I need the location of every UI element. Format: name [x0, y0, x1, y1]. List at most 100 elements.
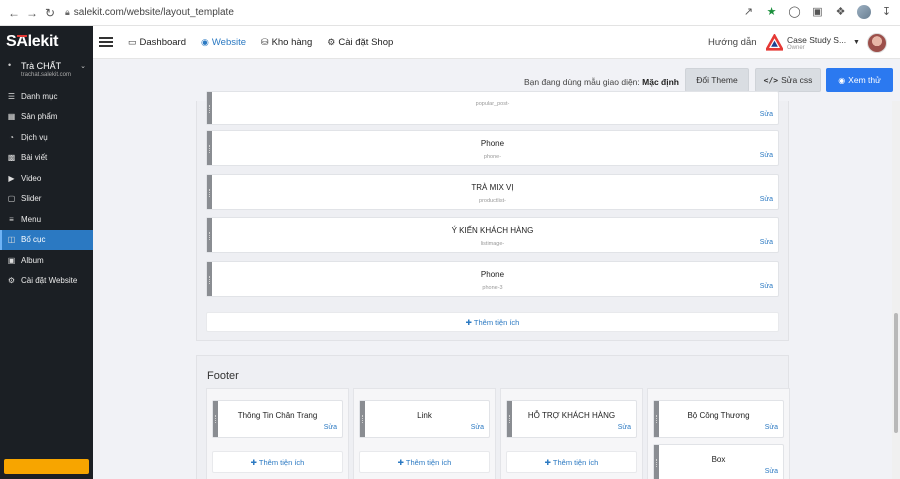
- service-icon: ◔: [9, 132, 14, 142]
- sidebar-item-album[interactable]: ▣ Album: [0, 250, 93, 271]
- sidebar-item-bo-cuc[interactable]: ◫ Bố cục: [0, 229, 93, 250]
- top-navigation: ▭ Dashboard ◉ Website ⛁ Kho hàng ⚙ Cài đặt S…: [93, 26, 900, 59]
- edit-link[interactable]: Sửa: [765, 468, 778, 475]
- footer-column: HỖ TRỢ KHÁCH HÀNG Sửa ✚ Thêm tiện ích: [500, 388, 643, 479]
- layout-icon: ◫: [7, 235, 16, 245]
- store-domain: trachat.salekit.com: [21, 72, 72, 78]
- layout-section-footer: Footer Thông Tin Chân Trang Sửa ✚ Thêm t…: [196, 355, 790, 479]
- edit-link[interactable]: Sửa: [324, 424, 337, 431]
- widget-title: Thông Tin Chân Trang: [237, 411, 318, 420]
- nav-kho-hang[interactable]: ⛁ Kho hàng: [261, 37, 312, 48]
- article-icon: ▩: [7, 153, 16, 163]
- edit-link[interactable]: Sửa: [471, 424, 484, 431]
- store-switcher[interactable]: Trà CHẤT trachat.salekit.com ⌄: [0, 58, 93, 82]
- edit-link[interactable]: Sửa: [765, 424, 778, 431]
- change-theme-button[interactable]: Đổi Theme: [685, 68, 749, 92]
- scrollbar-thumb[interactable]: [894, 313, 898, 433]
- database-icon: ⛁: [261, 36, 269, 47]
- edit-link[interactable]: Sửa: [760, 239, 773, 246]
- edit-link[interactable]: Sửa: [760, 283, 773, 290]
- widget-title: Phone: [480, 270, 505, 279]
- globe-icon: ◉: [201, 36, 209, 47]
- sidebar-item-cai-dat-website[interactable]: ⚙ Cài đặt Website: [0, 271, 93, 292]
- gear-icon: ⚙: [7, 276, 16, 286]
- template-info: Bạn đang dùng mẫu giao diện: Mặc định: [523, 77, 679, 87]
- widget-code: phone-3: [482, 285, 503, 291]
- widget-code: phone-: [483, 154, 502, 160]
- shield-icon[interactable]: ◯: [787, 4, 802, 19]
- widget-title: Bộ Công Thương: [687, 411, 750, 420]
- sidebar-item-dich-vu[interactable]: ◔ Dịch vụ: [0, 127, 93, 148]
- footer-column: Thông Tin Chân Trang Sửa ✚ Thêm tiện ích: [206, 388, 349, 479]
- address-bar[interactable]: 🔒︎ salekit.com/website/layout_template: [65, 7, 234, 18]
- avatar[interactable]: [866, 32, 887, 53]
- widget-code: popular_post-: [475, 101, 510, 107]
- account-role: Owner: [787, 44, 805, 51]
- edit-css-button[interactable]: </> Sửa css: [755, 68, 821, 92]
- download-icon[interactable]: ↧: [879, 4, 894, 19]
- chevron-down-icon: ⌄: [80, 63, 86, 70]
- sidebar-item-bai-viet[interactable]: ▩ Bài viết: [0, 148, 93, 169]
- widget-code: productlist-: [479, 198, 506, 204]
- forward-icon[interactable]: →: [23, 4, 41, 22]
- widget-row[interactable]: Box Sửa: [653, 444, 784, 479]
- promo-banner[interactable]: [4, 459, 89, 474]
- add-widget-button[interactable]: ✚ Thêm tiện ích: [212, 451, 343, 473]
- add-widget-button[interactable]: ✚ Thêm tiện ích: [206, 312, 779, 332]
- share-icon[interactable]: ↗: [741, 4, 756, 19]
- widget-row[interactable]: Link Sửa: [359, 400, 490, 438]
- add-widget-button[interactable]: ✚ Thêm tiện ích: [359, 451, 490, 473]
- footer-column: Bộ Công Thương Sửa Box Sửa: [647, 388, 790, 479]
- edit-link[interactable]: Sửa: [618, 424, 631, 431]
- eye-icon: ◉: [838, 75, 846, 85]
- template-name: Mặc định: [642, 77, 679, 87]
- layout-section-main: popular_post- Sửa Phone phone- Sửa TRÀ M…: [196, 91, 789, 341]
- logo[interactable]: S Alekit: [0, 26, 93, 58]
- edit-link[interactable]: Sửa: [760, 111, 773, 118]
- sidebar-item-san-pham[interactable]: ▦ Sản phẩm: [0, 107, 93, 128]
- download-extension-icon[interactable]: ▣: [810, 4, 825, 19]
- sidebar-menu: ☰ Danh mục ▦ Sản phẩm ◔ Dịch vụ ▩ Bài viết ▶…: [0, 86, 93, 291]
- star-icon[interactable]: ★: [764, 4, 779, 19]
- sidebar-item-video[interactable]: ▶ Video: [0, 168, 93, 189]
- preview-button[interactable]: ◉ Xem thử: [826, 68, 893, 92]
- widget-row[interactable]: Bộ Công Thương Sửa: [653, 400, 784, 438]
- edit-link[interactable]: Sửa: [760, 152, 773, 159]
- widget-row[interactable]: TRÀ MIX VỊ productlist- Sửa: [206, 174, 779, 210]
- widget-row[interactable]: popular_post- Sửa: [206, 91, 779, 125]
- sidebar-item-danh-muc[interactable]: ☰ Danh mục: [0, 86, 93, 107]
- account-name: Case Study S...: [787, 34, 847, 45]
- drag-handle-icon[interactable]: [207, 92, 212, 124]
- monitor-icon: ▭: [128, 36, 137, 47]
- widget-row[interactable]: HỖ TRỢ KHÁCH HÀNG Sửa: [506, 400, 637, 438]
- edit-link[interactable]: Sửa: [760, 196, 773, 203]
- widget-row[interactable]: Phone phone- Sửa: [206, 130, 779, 166]
- browser-actions: ↗ ★ ◯ ▣ ❖ ↧: [741, 4, 894, 19]
- nav-website[interactable]: ◉ Website: [201, 37, 246, 48]
- nav-dashboard[interactable]: ▭ Dashboard: [128, 37, 186, 48]
- menu-icon: ≡: [9, 214, 14, 224]
- widget-row[interactable]: Phone phone-3 Sửa: [206, 261, 779, 297]
- add-widget-button[interactable]: ✚ Thêm tiện ích: [506, 451, 637, 473]
- widget-code: listimage-: [480, 241, 505, 247]
- reload-icon[interactable]: ↻: [41, 4, 59, 22]
- widget-row[interactable]: Thông Tin Chân Trang Sửa: [212, 400, 343, 438]
- widget-row[interactable]: Ý KIẾN KHÁCH HÀNG listimage- Sửa: [206, 217, 779, 253]
- widget-title: HỖ TRỢ KHÁCH HÀNG: [527, 411, 616, 420]
- back-icon[interactable]: ←: [5, 4, 23, 22]
- company-logo-icon: [766, 34, 783, 51]
- profile-icon[interactable]: [856, 4, 871, 19]
- nav-cai-dat-shop[interactable]: ⚙ Cài đặt Shop: [327, 37, 393, 48]
- browser-toolbar: ← → ↻ 🔒︎ salekit.com/website/layout_temp…: [0, 0, 900, 26]
- widget-title: Phone: [480, 139, 505, 148]
- widget-title: TRÀ MIX VỊ: [471, 183, 514, 192]
- puzzle-icon[interactable]: ❖: [833, 4, 848, 19]
- guide-link[interactable]: Hướng dẫn: [708, 37, 757, 48]
- hamburger-icon[interactable]: [99, 37, 113, 47]
- page-scrollbar[interactable]: [892, 101, 900, 479]
- sidebar: SAlekit Trà CHẤT trachat.salekit.com ⌄ ☰…: [0, 26, 93, 479]
- account-menu[interactable]: Case Study S... Owner ▼: [766, 30, 887, 55]
- sidebar-item-slider[interactable]: ▢ Slider: [0, 189, 93, 210]
- video-icon: ▶: [8, 173, 15, 183]
- sidebar-item-menu[interactable]: ≡ Menu: [0, 209, 93, 230]
